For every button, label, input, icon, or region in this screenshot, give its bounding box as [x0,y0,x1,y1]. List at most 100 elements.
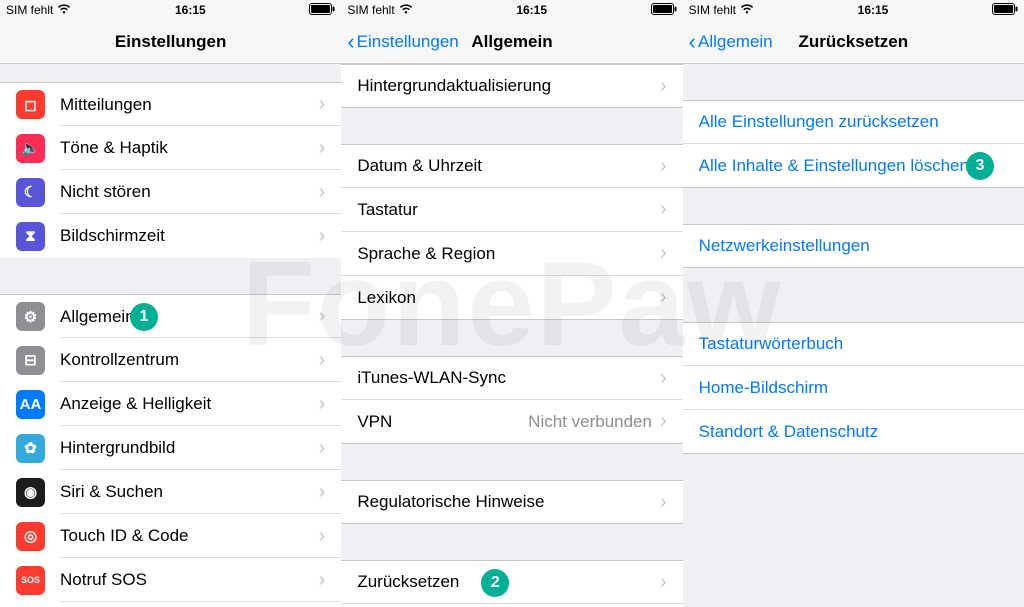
cell-label: Alle Einstellungen zurücksetzen [699,112,1008,132]
annotation-badge: 1 [130,303,158,331]
phone-settings: SIM fehlt 16:15 Einstellungen ◻︎Mitteilu… [0,0,341,607]
notifications-icon: ◻︎ [16,90,45,119]
cell-vpn[interactable]: VPNNicht verbunden › [341,400,682,444]
chevron-right-icon: › [319,305,326,328]
chevron-right-icon: › [660,367,667,390]
cell-label: Hintergrundaktualisierung [357,76,660,96]
chevron-left-icon: ‹ [347,31,354,53]
cell-label: Siri & Suchen [60,482,319,502]
cell-reset-network[interactable]: Netzwerkeinstellungen [683,224,1024,268]
general-icon: ⚙︎ [16,302,45,331]
clock: 16:15 [516,3,547,17]
cell-label: Home-Bildschirm [699,378,1008,398]
sounds-icon: 🔈 [16,134,45,163]
carrier-label: SIM fehlt [347,3,394,17]
settings-controlcenter[interactable]: ⊟ Kontrollzentrum› [0,338,341,382]
screentime-icon: ⧗ [16,222,45,251]
nav-title: Einstellungen [0,32,341,52]
cell-label: Regulatorische Hinweise [357,492,660,512]
settings-sounds[interactable]: 🔈 Töne & Haptik› [0,126,341,170]
siri-icon: ◉ [16,478,45,507]
settings-battery[interactable]: ▮Batterie› [0,602,341,607]
back-button[interactable]: ‹ Einstellungen [341,31,458,53]
cell-label: Nicht stören [60,182,319,202]
cell-dictionary[interactable]: Lexikon› [341,276,682,320]
cell-label: Lexikon [357,288,660,308]
phone-reset: SIM fehlt 16:15 ‹ Allgemein Zurücksetzen… [683,0,1024,607]
battery-icon [992,3,1018,18]
chevron-right-icon: › [319,393,326,416]
display-icon: AA [16,390,45,419]
cell-reset-home[interactable]: Home-Bildschirm [683,366,1024,410]
chevron-right-icon: › [660,286,667,309]
chevron-right-icon: › [319,437,326,460]
wallpaper-icon: ✿ [16,434,45,463]
cell-reset-location-privacy[interactable]: Standort & Datenschutz [683,410,1024,454]
cell-label: Notruf SOS [60,570,319,590]
dnd-icon: ☾ [16,178,45,207]
back-button[interactable]: ‹ Allgemein [683,31,773,53]
back-label: Allgemein [698,32,773,52]
cell-itunessync[interactable]: iTunes-WLAN-Sync› [341,356,682,400]
chevron-right-icon: › [319,181,326,204]
clock: 16:15 [175,3,206,17]
cell-keyboard[interactable]: Tastatur› [341,188,682,232]
carrier-label: SIM fehlt [6,3,53,17]
chevron-right-icon: › [660,75,667,98]
chevron-right-icon: › [319,137,326,160]
chevron-right-icon: › [319,349,326,372]
cell-label: Sprache & Region [357,244,660,264]
sos-icon: SOS [16,566,45,595]
cell-regulatory[interactable]: Regulatorische Hinweise› [341,480,682,524]
cell-reset-keyboard-dict[interactable]: Tastaturwörterbuch [683,322,1024,366]
cell-label: Datum & Uhrzeit [357,156,660,176]
settings-sos[interactable]: SOS Notruf SOS› [0,558,341,602]
cell-erase-all[interactable]: Alle Inhalte & Einstellungen löschen3 [683,144,1024,188]
settings-dnd[interactable]: ☾ Nicht stören› [0,170,341,214]
clock: 16:15 [858,3,889,17]
controlcenter-icon: ⊟ [16,346,45,375]
cell-label: Töne & Haptik [60,138,319,158]
chevron-right-icon: › [319,225,326,248]
chevron-right-icon: › [660,491,667,514]
chevron-right-icon: › [319,481,326,504]
chevron-right-icon: › [660,571,667,594]
cell-label: Standort & Datenschutz [699,422,1008,442]
cell-label: Hintergrundbild [60,438,319,458]
chevron-right-icon: › [319,569,326,592]
cell-label: VPN [357,412,528,432]
settings-notifications[interactable]: ◻︎Mitteilungen› [0,82,341,126]
cell-language[interactable]: Sprache & Region› [341,232,682,276]
cell-label: Touch ID & Code [60,526,319,546]
cell-label: Alle Inhalte & Einstellungen löschen [699,156,1008,176]
cell-label: Kontrollzentrum [60,350,319,370]
status-bar: SIM fehlt 16:15 [341,0,682,20]
settings-touchid[interactable]: ◎Touch ID & Code› [0,514,341,558]
annotation-badge: 3 [966,152,994,180]
nav-bar: ‹ Einstellungen Allgemein [341,20,682,64]
settings-wallpaper[interactable]: ✿ Hintergrundbild› [0,426,341,470]
chevron-right-icon: › [660,155,667,178]
wifi-icon [740,3,754,17]
touchid-icon: ◎ [16,522,45,551]
cell-label: Netzwerkeinstellungen [699,236,1008,256]
settings-display[interactable]: AA Anzeige & Helligkeit› [0,382,341,426]
cell-detail: Nicht verbunden [528,412,652,432]
status-bar: SIM fehlt 16:15 [0,0,341,20]
status-bar: SIM fehlt 16:15 [683,0,1024,20]
cell-label: Anzeige & Helligkeit [60,394,319,414]
cell-reset[interactable]: Zurücksetzen›2 [341,560,682,604]
nav-bar: ‹ Allgemein Zurücksetzen [683,20,1024,64]
cell-datetime[interactable]: Datum & Uhrzeit› [341,144,682,188]
battery-icon [651,3,677,18]
settings-screentime[interactable]: ⧗Bildschirmzeit› [0,214,341,258]
settings-siri[interactable]: ◉ Siri & Suchen› [0,470,341,514]
cell-label: Tastatur [357,200,660,220]
chevron-right-icon: › [660,242,667,265]
cell-reset-all-settings[interactable]: Alle Einstellungen zurücksetzen [683,100,1024,144]
nav-bar: Einstellungen [0,20,341,64]
cell-label: iTunes-WLAN-Sync [357,368,660,388]
chevron-right-icon: › [660,410,667,433]
cell-bgrefresh[interactable]: Hintergrundaktualisierung› [341,64,682,108]
settings-general[interactable]: ⚙︎Allgemein›1 [0,294,341,338]
